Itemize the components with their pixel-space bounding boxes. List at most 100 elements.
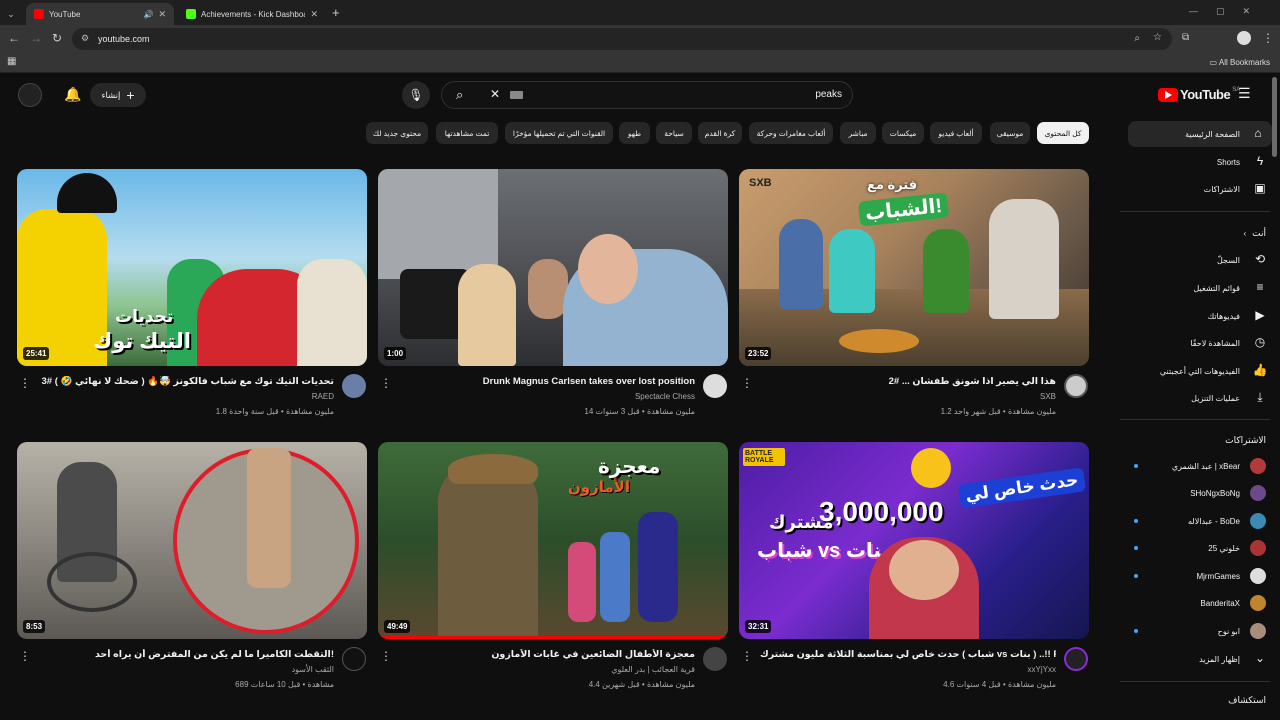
forward-icon[interactable]: → bbox=[30, 32, 42, 44]
thumb-text-a: معجزة bbox=[598, 456, 661, 478]
apps-icon[interactable]: ▦ bbox=[7, 57, 16, 67]
sidebar-sub-channel[interactable]: SHoNgxBoNg bbox=[1120, 480, 1280, 506]
divider bbox=[1120, 211, 1270, 212]
notifications-icon[interactable]: 🔔 bbox=[64, 87, 81, 101]
tab-kick[interactable]: Achievements - Kick Dashboard ✕ bbox=[178, 3, 326, 25]
tab-youtube[interactable]: YouTube 🔊 ✕ bbox=[26, 3, 174, 25]
search-input[interactable]: peaks bbox=[815, 89, 842, 100]
plus-icon: + bbox=[126, 87, 135, 103]
sidebar-sub-channel[interactable]: ابو نوح bbox=[1120, 618, 1280, 644]
sidebar-show-more[interactable]: إظهار المزيد ⌄ bbox=[1120, 646, 1280, 672]
video-thumbnail-3[interactable]: تحديات التيك توك 25:41 bbox=[17, 169, 367, 366]
speaker-icon[interactable]: 🔊 bbox=[143, 10, 153, 19]
thumb-text-b: 3,000,000 bbox=[819, 496, 944, 527]
sidebar-sub-channel[interactable]: MjrmGames bbox=[1120, 563, 1280, 589]
bookmark-star-icon[interactable]: ☆ bbox=[1153, 32, 1162, 43]
chip-recently-uploaded[interactable]: القنوات التي تم تحميلها مؤخرًا bbox=[505, 122, 613, 144]
video-title[interactable]: Drunk Magnus Carlsen takes over lost pos… bbox=[400, 376, 695, 387]
site-info-icon[interactable]: ⚙ bbox=[81, 33, 89, 44]
channel-avatar[interactable] bbox=[703, 647, 727, 671]
channel-avatar[interactable] bbox=[1064, 374, 1088, 398]
chip-new-to-you[interactable]: محتوى جديد لك bbox=[366, 122, 428, 144]
keyboard-icon[interactable] bbox=[510, 91, 523, 99]
sidebar-item-playlists[interactable]: قوائم التشغيل ≡ bbox=[1120, 275, 1280, 301]
channel-avatar[interactable] bbox=[703, 374, 727, 398]
back-icon[interactable]: ← bbox=[8, 32, 20, 44]
video-title[interactable]: معجزة الأطفال الضائعين في غابات الأمازون bbox=[400, 649, 695, 660]
page-scrollbar[interactable] bbox=[1272, 73, 1278, 720]
channel-avatar bbox=[1250, 513, 1266, 529]
sidebar-section-you[interactable]: ‹ أنت bbox=[1120, 220, 1280, 246]
tab-close-icon[interactable]: ✕ bbox=[158, 9, 166, 20]
history-icon: ⟲ bbox=[1254, 252, 1266, 266]
more-actions-icon[interactable]: ⋮ bbox=[741, 649, 753, 663]
search-box[interactable]: ⌕ ✕ peaks bbox=[441, 81, 853, 109]
channel-name[interactable]: الثقب الأسود bbox=[40, 665, 334, 674]
chip-tourism[interactable]: سياحة bbox=[656, 122, 692, 144]
chip-action-adventure[interactable]: ألعاب مغامرات وحركة bbox=[749, 122, 833, 144]
video-thumbnail-2[interactable]: 1:00 bbox=[378, 169, 728, 366]
new-tab-icon[interactable]: + bbox=[332, 3, 340, 25]
tab-search-icon[interactable]: ⌄ bbox=[0, 3, 22, 25]
browser-tab-strip: ⌄ YouTube 🔊 ✕ Achievements - Kick Dashbo… bbox=[0, 0, 1280, 25]
video-title[interactable]: حدث خاص لي بمناسبة الثلاثة مليون مشترك (… bbox=[760, 649, 1056, 660]
channel-name[interactable]: RAED bbox=[40, 392, 334, 401]
chip-music[interactable]: موسيقى bbox=[990, 122, 1030, 144]
tab-close-icon[interactable]: ✕ bbox=[310, 9, 318, 20]
clear-search-icon[interactable]: ✕ bbox=[490, 87, 500, 101]
scrollbar-thumb[interactable] bbox=[1272, 77, 1277, 157]
zoom-icon[interactable]: ⌕ bbox=[1134, 33, 1140, 44]
video-thumbnail-1[interactable]: SXB فترة مع الشباب! 23:52 bbox=[739, 169, 1089, 366]
sidebar-item-shorts[interactable]: Shorts ϟ bbox=[1120, 149, 1280, 175]
sidebar-item-home[interactable]: الصفحة الرئيسية ⌂ bbox=[1128, 121, 1272, 147]
profile-icon[interactable] bbox=[1237, 31, 1251, 45]
create-button[interactable]: إنشاء + bbox=[90, 83, 146, 107]
chip-video-games[interactable]: ألعاب فيديو bbox=[930, 122, 982, 144]
sidebar-item-liked[interactable]: الفيديوهات التي أعجبتني 👍 bbox=[1120, 358, 1280, 384]
channel-name[interactable]: SXB bbox=[760, 392, 1056, 401]
channel-name[interactable]: xxYjYxx bbox=[760, 665, 1056, 674]
chip-live[interactable]: مباشر bbox=[840, 122, 876, 144]
more-actions-icon[interactable]: ⋮ bbox=[19, 649, 31, 663]
more-actions-icon[interactable]: ⋮ bbox=[380, 649, 392, 663]
sidebar-item-your-videos[interactable]: فيديوهاتك ▶ bbox=[1120, 303, 1280, 329]
sidebar-sub-channel[interactable]: BanderitaX bbox=[1120, 590, 1280, 616]
channel-avatar[interactable] bbox=[342, 647, 366, 671]
chip-all[interactable]: كل المحتوى bbox=[1037, 122, 1089, 144]
search-icon[interactable]: ⌕ bbox=[456, 87, 463, 103]
chip-football[interactable]: كرة القدم bbox=[698, 122, 742, 144]
sidebar-item-history[interactable]: السجلّ ⟲ bbox=[1120, 247, 1280, 273]
youtube-logo[interactable]: YouTube SA bbox=[1158, 87, 1240, 102]
sidebar-sub-channel[interactable]: عبدالاله - BoDe bbox=[1120, 508, 1280, 534]
avatar[interactable] bbox=[18, 83, 42, 107]
channel-avatar[interactable] bbox=[342, 374, 366, 398]
sidebar-sub-channel[interactable]: عبد الشمري | xBear bbox=[1120, 453, 1280, 479]
chip-watched[interactable]: تمت مشاهدتها bbox=[436, 122, 498, 144]
video-thumbnail-6[interactable]: 8:53 bbox=[17, 442, 367, 639]
video-thumbnail-4[interactable]: BATTLE ROYALE حدث خاص لي 3,000,000 مشترك… bbox=[739, 442, 1089, 639]
all-bookmarks[interactable]: ▭ All Bookmarks bbox=[1210, 58, 1270, 67]
video-title[interactable]: هذا الي يصير اذا شونق طفشان ... #2 bbox=[760, 376, 1056, 387]
address-bar[interactable]: ⚙ youtube.com ⌕ ☆ bbox=[72, 28, 1172, 50]
chip-cooking[interactable]: طهو bbox=[619, 122, 650, 144]
menu-dots-icon[interactable]: ⋮ bbox=[1262, 32, 1274, 44]
channel-avatar[interactable] bbox=[1064, 647, 1088, 671]
more-actions-icon[interactable]: ⋮ bbox=[741, 376, 753, 390]
hamburger-menu-icon[interactable]: ☰ bbox=[1238, 86, 1251, 100]
reload-icon[interactable]: ↻ bbox=[52, 32, 62, 44]
sidebar-item-watch-later[interactable]: المشاهدة لاحقًا ◷ bbox=[1120, 330, 1280, 356]
chip-mixes[interactable]: ميكسات bbox=[882, 122, 924, 144]
sidebar-item-label: فيديوهاتك bbox=[1207, 311, 1240, 321]
sidebar-item-subscriptions[interactable]: الاشتراكات ▣ bbox=[1120, 176, 1280, 202]
channel-name[interactable]: قرية العجائب | بدر العلوي bbox=[400, 665, 695, 674]
sidebar-sub-channel[interactable]: خلوني 25 bbox=[1120, 535, 1280, 561]
extensions-icon[interactable]: ⧉ bbox=[1182, 33, 1189, 43]
sidebar-item-downloads[interactable]: عمليات التنزيل ⤓ bbox=[1120, 385, 1280, 411]
voice-search-button[interactable]: 🎙 bbox=[402, 81, 430, 109]
video-title[interactable]: التقطت الكاميرا ما لم يكن من المفترض أن … bbox=[40, 649, 334, 660]
channel-name[interactable]: Spectacle Chess bbox=[400, 392, 695, 401]
video-title[interactable]: تحديات التيك توك مع شباب فالكونز 🤯🔥 ( ضح… bbox=[40, 376, 335, 387]
video-thumbnail-5[interactable]: معجزة الأمازون 49:49 bbox=[378, 442, 728, 639]
more-actions-icon[interactable]: ⋮ bbox=[380, 376, 392, 390]
more-actions-icon[interactable]: ⋮ bbox=[19, 376, 31, 390]
